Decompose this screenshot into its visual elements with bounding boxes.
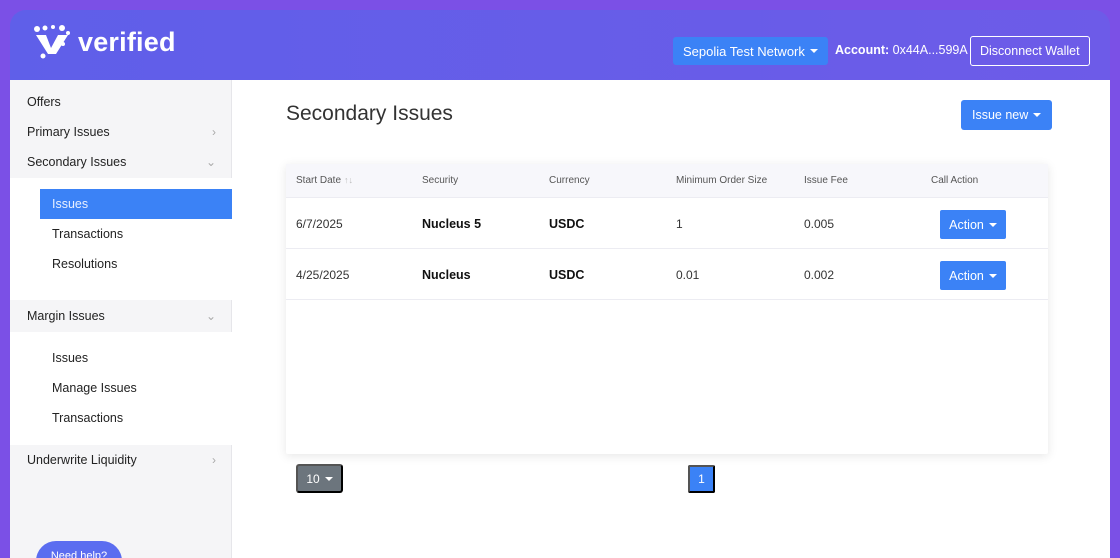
network-selector[interactable]: Sepolia Test Network [673, 37, 828, 65]
issue-new-label: Issue new [972, 108, 1029, 122]
cell-min-order: 0.01 [676, 268, 700, 282]
cell-currency: USDC [549, 268, 585, 282]
cell-security: Nucleus 5 [422, 217, 482, 231]
sidebar-item-offers[interactable]: Offers [10, 87, 232, 117]
chevron-down-icon: ⌄ [205, 155, 216, 169]
caret-down-icon [1033, 113, 1042, 117]
account-label: Account: [835, 43, 890, 57]
chevron-right-icon: › [212, 453, 216, 467]
app-window: verified Sepolia Test Network Account: 0… [10, 10, 1110, 558]
column-header-issue-fee: Issue Fee [804, 175, 848, 186]
table-row: 4/25/2025 Nucleus USDC 0.01 0.002 Action [286, 249, 1048, 300]
cell-issue-fee: 0.005 [804, 217, 835, 231]
sidebar-subitem-margin-issues[interactable]: Issues [40, 343, 232, 373]
disconnect-wallet-button[interactable]: Disconnect Wallet [970, 36, 1090, 66]
column-header-security: Security [422, 175, 459, 186]
sidebar-item-label: Manage Issues [52, 381, 137, 395]
account-address: 0x44A...599A [892, 43, 968, 57]
cell-issue-fee: 0.002 [804, 268, 835, 282]
account-info: Account: 0x44A...599A [835, 43, 968, 57]
sidebar-item-label: Margin Issues [27, 309, 105, 323]
sidebar-item-label: Issues [52, 197, 89, 211]
top-navbar: verified Sepolia Test Network Account: 0… [10, 10, 1110, 80]
cell-start-date: 4/25/2025 [296, 268, 350, 282]
pagination-page-1[interactable]: 1 [688, 465, 715, 493]
sidebar: Offers Primary Issues › Secondary Issues… [10, 80, 232, 558]
brand-name: verified [78, 26, 176, 57]
issues-table: Start Date ↑↓ Security Currency Minimum O… [286, 164, 1048, 454]
sidebar-item-label: Secondary Issues [27, 155, 127, 169]
sidebar-item-label: Resolutions [52, 257, 118, 271]
column-header-currency: Currency [549, 175, 590, 186]
cell-start-date: 6/7/2025 [296, 217, 343, 231]
chevron-right-icon: › [212, 125, 216, 139]
sidebar-item-primary-issues[interactable]: Primary Issues › [10, 117, 232, 147]
sidebar-item-label: Transactions [52, 411, 124, 425]
page-title: Secondary Issues [286, 102, 453, 125]
sidebar-subitem-manage-issues[interactable]: Manage Issues [40, 373, 232, 403]
table-row: 6/7/2025 Nucleus 5 USDC 1 0.005 Action [286, 198, 1048, 249]
sidebar-item-label: Transactions [52, 227, 124, 241]
secondary-issues-submenu: Issues Transactions Resolutions [10, 178, 232, 300]
column-header-label: Start Date [296, 175, 342, 186]
network-label: Sepolia Test Network [683, 43, 805, 59]
cell-currency: USDC [549, 217, 585, 231]
column-header-min-order: Minimum Order Size [676, 175, 768, 186]
caret-down-icon [988, 273, 997, 278]
action-dropdown-button[interactable]: Action [940, 210, 1006, 239]
issue-new-button[interactable]: Issue new [961, 100, 1053, 130]
sidebar-item-label: Primary Issues [27, 125, 110, 139]
chevron-down-icon: ⌄ [205, 309, 216, 323]
column-header-start-date[interactable]: Start Date ↑↓ [296, 175, 353, 186]
caret-down-icon [988, 222, 997, 227]
sort-icon: ↑↓ [344, 175, 354, 185]
table-header: Start Date ↑↓ Security Currency Minimum O… [286, 164, 1048, 198]
margin-issues-submenu: Issues Manage Issues Transactions [10, 332, 232, 445]
action-dropdown-button[interactable]: Action [940, 261, 1006, 290]
sidebar-subitem-margin-transactions[interactable]: Transactions [40, 403, 232, 433]
sidebar-item-margin-issues[interactable]: Margin Issues ⌄ [10, 301, 232, 331]
caret-down-icon [809, 49, 818, 53]
brand-logo[interactable]: verified [32, 24, 176, 60]
page-size-dropdown[interactable]: 10 [296, 464, 343, 493]
sidebar-item-label: Issues [52, 351, 89, 365]
action-label: Action [949, 217, 984, 232]
sidebar-item-label: Offers [27, 95, 61, 109]
sidebar-item-secondary-issues[interactable]: Secondary Issues ⌄ [10, 147, 232, 177]
help-button[interactable]: Need help? [36, 541, 122, 558]
sidebar-subitem-issues[interactable]: Issues [40, 189, 232, 219]
column-header-call-action: Call Action [931, 175, 979, 186]
verified-logo-icon [34, 25, 70, 59]
action-label: Action [949, 268, 984, 283]
sidebar-item-label: Underwrite Liquidity [27, 453, 137, 467]
cell-min-order: 1 [676, 217, 683, 231]
caret-down-icon [324, 476, 333, 481]
main-content: Secondary Issues Issue new Start Date ↑↓ … [232, 80, 1110, 558]
cell-security: Nucleus [422, 268, 471, 282]
page-size-label: 10 [306, 471, 320, 486]
sidebar-subitem-resolutions[interactable]: Resolutions [40, 249, 232, 279]
sidebar-item-underwrite-liquidity[interactable]: Underwrite Liquidity › [10, 445, 232, 475]
sidebar-subitem-transactions[interactable]: Transactions [40, 219, 232, 249]
